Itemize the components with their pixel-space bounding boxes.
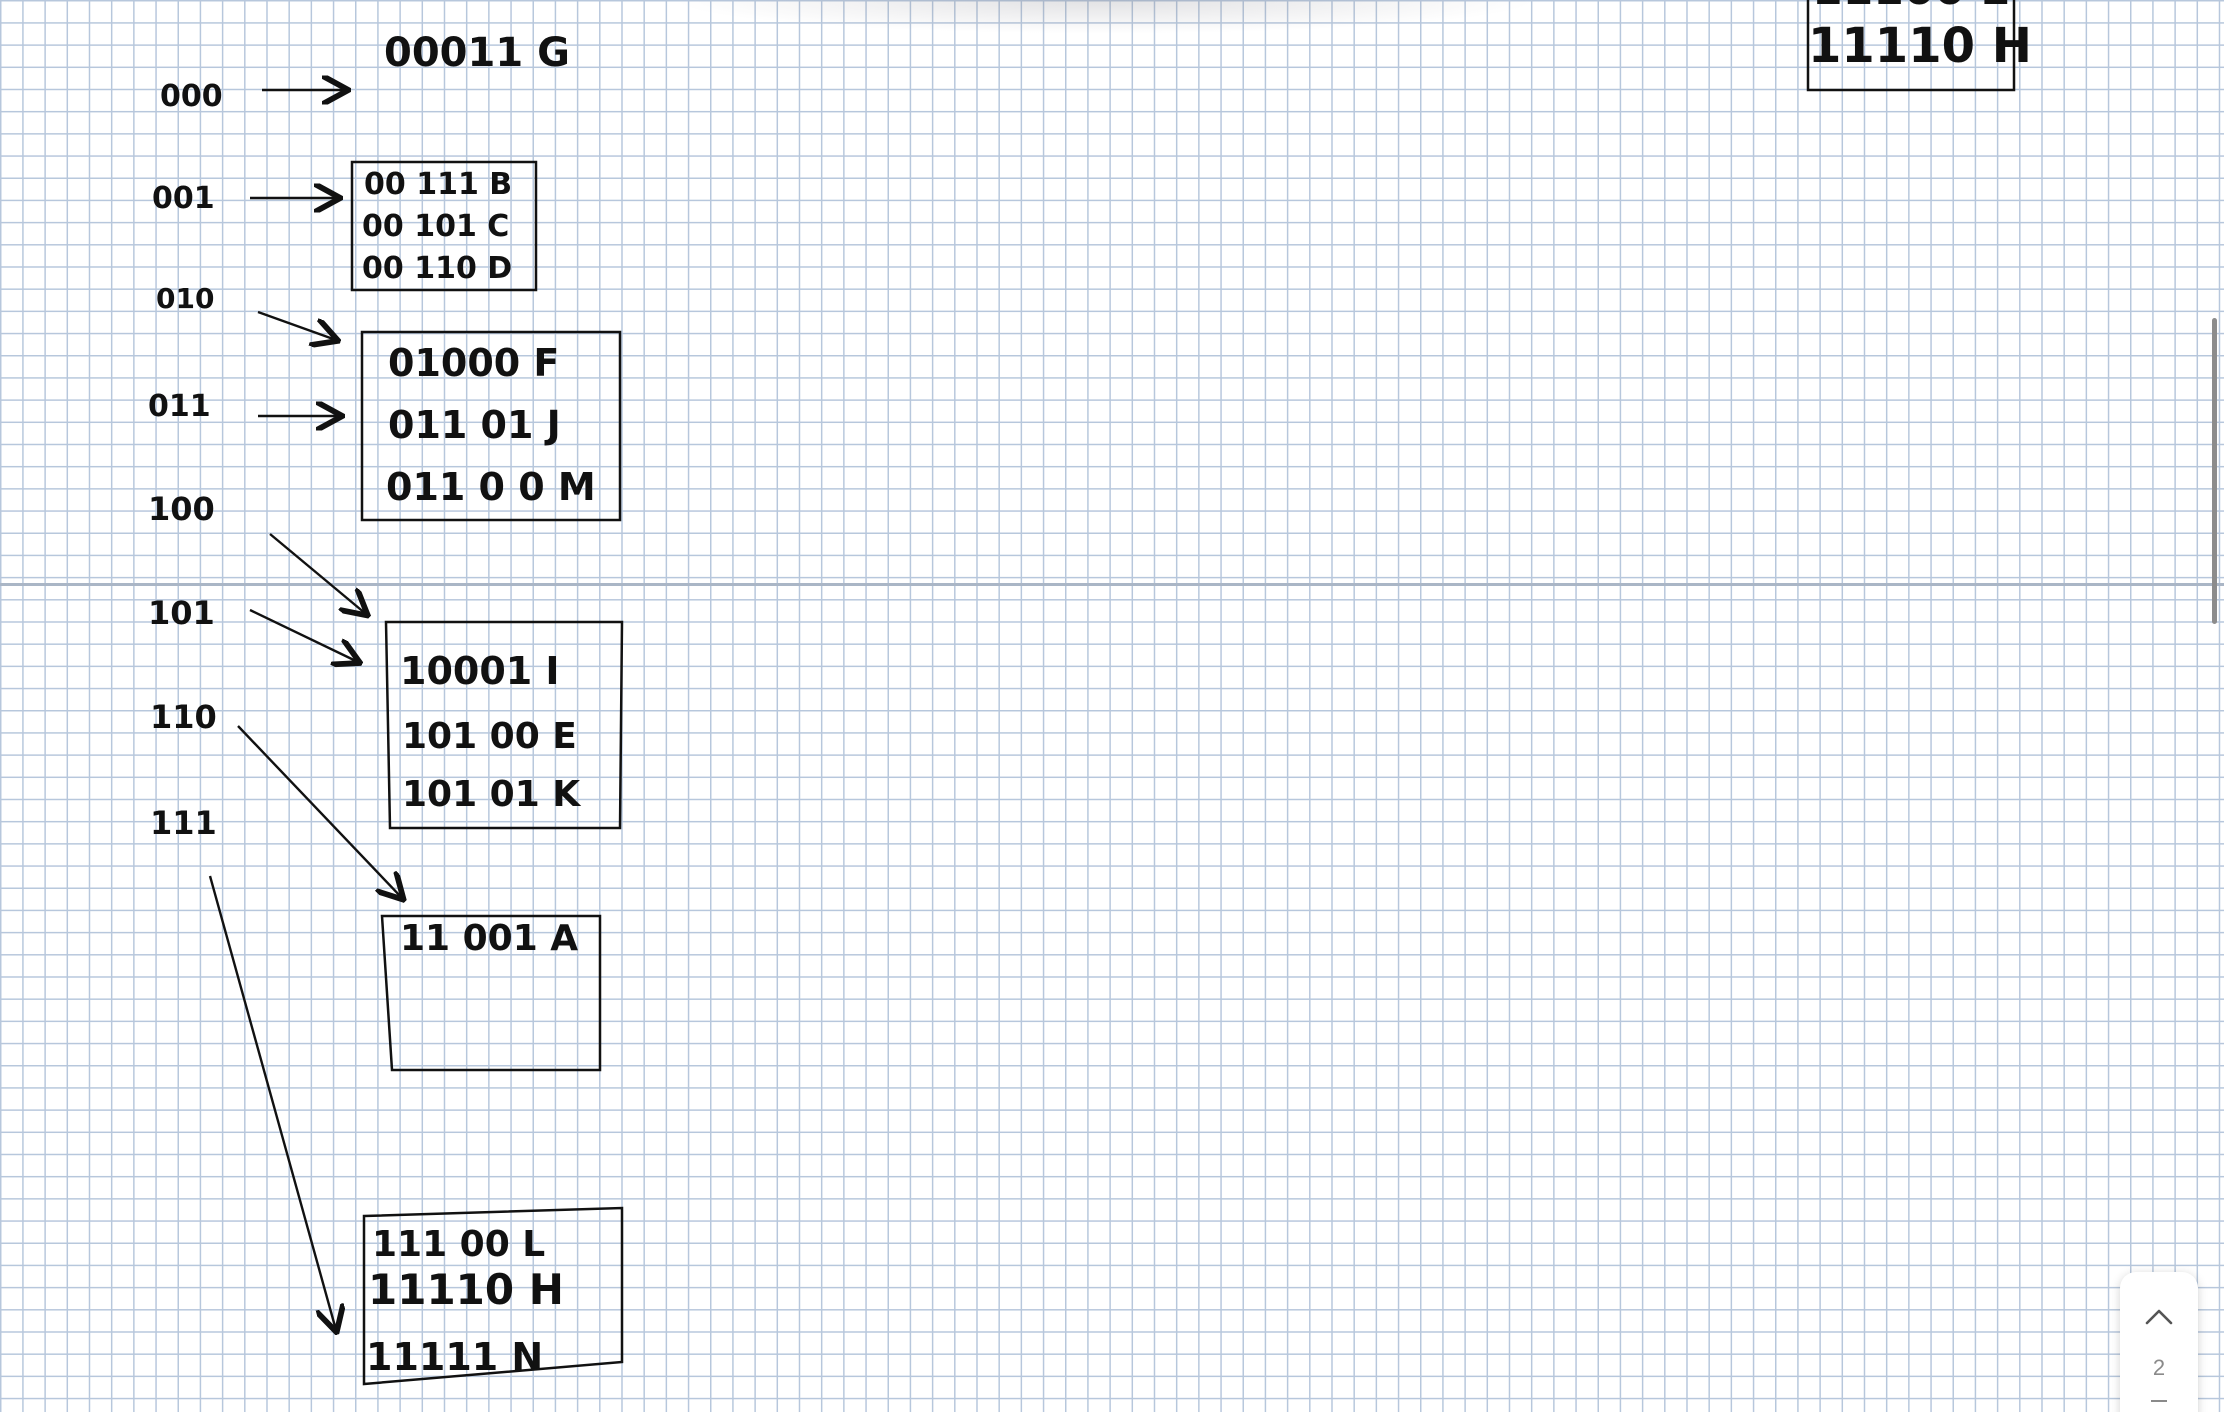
- key-label: 000: [160, 79, 223, 114]
- bucket-111: 111 00 L 11110 H 11111 N: [362, 1206, 624, 1386]
- bucket-row: 10001 I: [400, 649, 560, 693]
- bucket-row: 11110 H: [368, 1265, 564, 1314]
- key-label: 011: [148, 389, 211, 424]
- bucket-001: 00 111 B 00 101 C 00 110 D: [350, 160, 538, 292]
- chevron-up-icon[interactable]: [2144, 1306, 2174, 1326]
- key-label: 111: [150, 804, 217, 842]
- arrow-010: [257, 310, 336, 340]
- arrow-101: [249, 608, 358, 662]
- bucket-row: 111 00 L: [372, 1224, 545, 1265]
- bucket-row: 00 111 B: [364, 167, 512, 202]
- bucket-row: 11 001 A: [400, 918, 578, 959]
- key-label: 101: [148, 594, 215, 632]
- page-indicator-dash: [2151, 1400, 2167, 1402]
- key-label: 001: [152, 181, 215, 216]
- vertical-scrollbar[interactable]: [2212, 318, 2217, 624]
- bucket-row: 00 101 C: [362, 209, 509, 244]
- bucket-row: 01000 F: [388, 341, 559, 385]
- key-label: 010: [156, 282, 214, 315]
- bucket-row: 11111 N: [366, 1335, 543, 1379]
- bucket-row: 00 110 D: [362, 251, 512, 286]
- bucket-110: 11 001 A: [380, 914, 602, 1072]
- bucket-01: 01000 F 011 01 J 011 0 0 M: [360, 330, 622, 522]
- bucket-row: 011 0 0 M: [386, 465, 596, 509]
- key-label: 110: [150, 698, 217, 736]
- corner-box: 11100 L 11110 H: [1806, 0, 2032, 92]
- page-navigator: 2: [2120, 1272, 2198, 1412]
- arrow-110: [237, 725, 402, 898]
- bucket-10: 10001 I 101 00 E 101 01 K: [384, 620, 624, 830]
- arrow-100: [269, 533, 366, 614]
- corner-box-row: 11110 H: [1808, 18, 2032, 74]
- key-label: 100: [148, 490, 215, 528]
- handwritten-note: 11100 L 11110 H 000 001 010 011 100 101 …: [148, 0, 2032, 1386]
- bucket-row: 101 01 K: [402, 774, 581, 815]
- arrow-111: [208, 875, 336, 1330]
- directory-keys: 000 001 010 011 100 101 110 111: [148, 79, 223, 842]
- notebook-canvas[interactable]: 11100 L 11110 H 000 001 010 011 100 101 …: [0, 0, 2224, 1412]
- bucket-g-label: 00011 G: [384, 30, 570, 76]
- page-number: 2: [2152, 1355, 2166, 1380]
- bucket-row: 101 00 E: [402, 716, 577, 757]
- corner-box-row: 11100 L: [1812, 0, 2008, 15]
- bucket-row: 011 01 J: [388, 403, 561, 447]
